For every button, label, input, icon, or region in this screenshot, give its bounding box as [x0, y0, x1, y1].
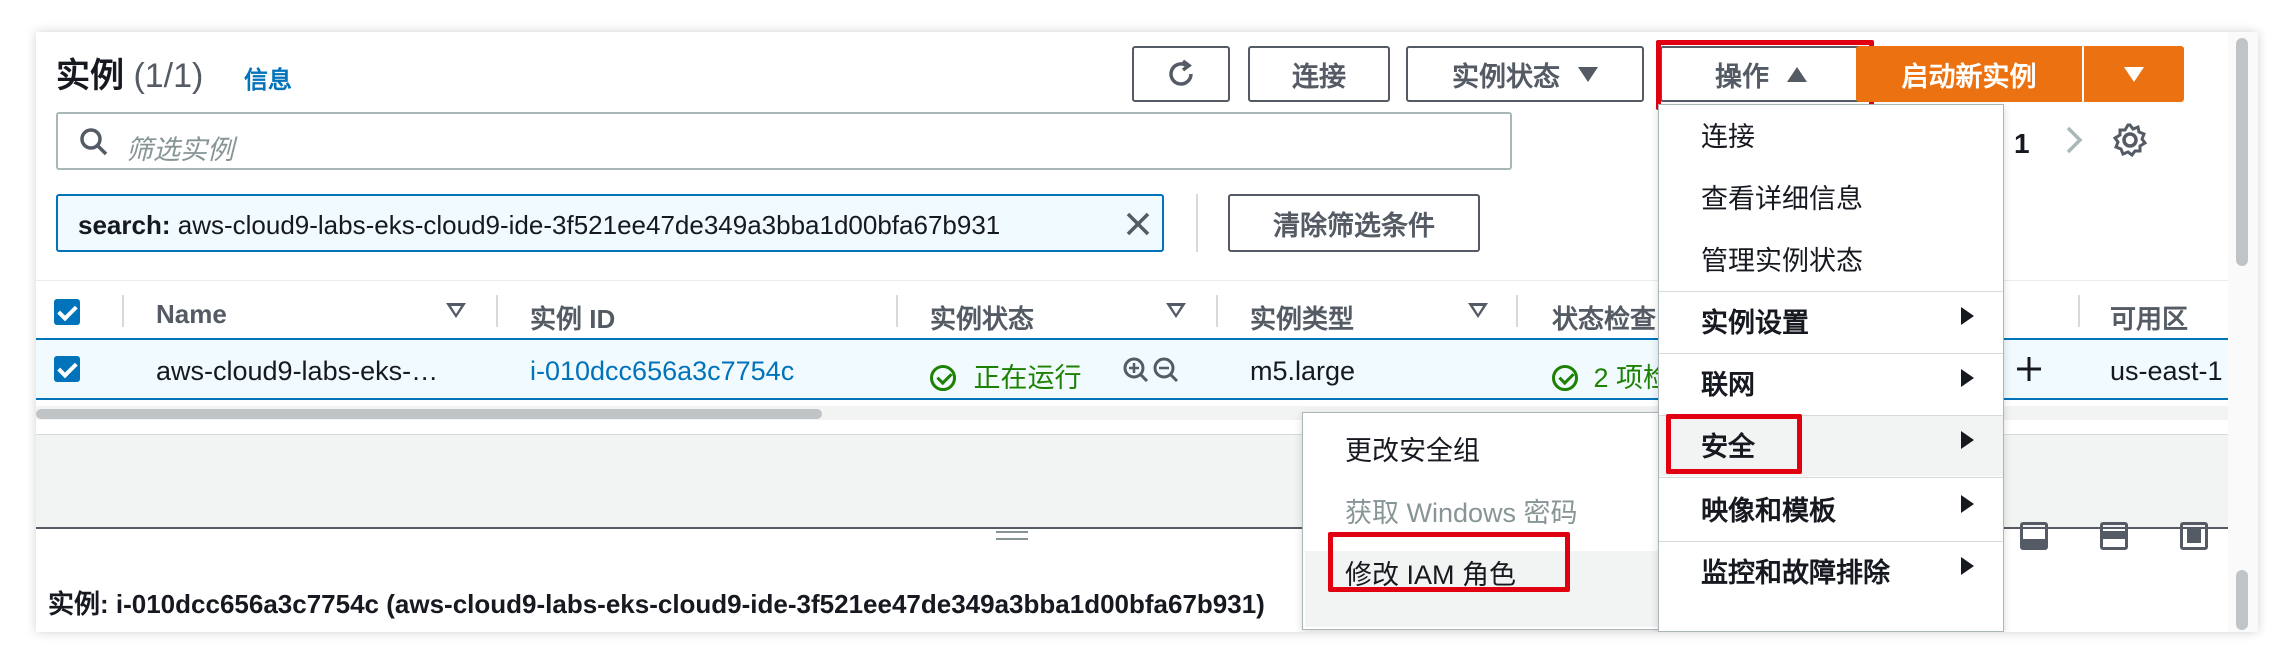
- success-icon: [1552, 365, 1578, 391]
- chevron-right-icon: [1961, 307, 1974, 325]
- launch-dropdown-button[interactable]: [2084, 46, 2184, 102]
- details-scrollbar-thumb[interactable]: [2236, 570, 2248, 630]
- menu-item-get-windows-password: 获取 Windows 密码: [1345, 498, 1578, 528]
- refresh-button[interactable]: [1132, 46, 1230, 102]
- chevron-right-icon: [1961, 431, 1974, 449]
- ec2-instances-panel: 实例 (1/1) 信息 连接 实例状态 操作 启动新实例 筛选实例 1 sear…: [36, 32, 2258, 632]
- token-value: aws-cloud9-labs-eks-cloud9-ide-3f521ee47…: [177, 210, 1001, 240]
- caret-down-icon: [2124, 66, 2144, 82]
- close-icon[interactable]: [1124, 210, 1152, 238]
- launch-instance-button[interactable]: 启动新实例: [1856, 46, 2082, 102]
- panel-bottom-icon[interactable]: [2020, 522, 2048, 550]
- cell-name: aws-cloud9-labs-eks-…: [156, 356, 439, 386]
- horizontal-scrollbar-thumb[interactable]: [36, 409, 822, 419]
- menu-item-networking[interactable]: 联网: [1701, 363, 1755, 402]
- instance-count: (1/1): [133, 57, 204, 95]
- menu-item-view-details[interactable]: 查看详细信息: [1701, 177, 1863, 216]
- instance-state-button[interactable]: 实例状态: [1406, 46, 1644, 102]
- panel-split-icon[interactable]: [2100, 522, 2128, 550]
- page-title: 实例 (1/1): [56, 57, 204, 95]
- divider: [1196, 194, 1198, 252]
- column-header-az[interactable]: 可用区: [2110, 299, 2188, 336]
- drag-handle-icon[interactable]: [992, 526, 1032, 546]
- column-header-status-check[interactable]: 状态检查: [1552, 299, 1656, 336]
- actions-highlight: [1656, 40, 1874, 110]
- plus-icon[interactable]: [2014, 354, 2044, 384]
- security-submenu: 更改安全组 获取 Windows 密码 修改 IAM 角色: [1302, 412, 1698, 630]
- info-link[interactable]: 信息: [244, 60, 292, 95]
- modify-iam-role-highlight: [1328, 532, 1570, 592]
- token-key: search:: [78, 210, 171, 240]
- chevron-right-icon: [1961, 557, 1974, 575]
- cell-instance-state: 正在运行: [930, 356, 1082, 395]
- chevron-right-icon[interactable]: [2060, 122, 2088, 158]
- menu-item-connect[interactable]: 连接: [1701, 115, 1755, 154]
- actions-menu: 连接 查看详细信息 管理实例状态 实例设置 联网 安全 映像和模板 监控和故障排…: [1658, 104, 2004, 632]
- caret-down-icon: [1578, 66, 1598, 82]
- column-header-instance-type[interactable]: 实例类型: [1250, 299, 1354, 336]
- page-number[interactable]: 1: [2014, 128, 2030, 160]
- filter-input[interactable]: 筛选实例: [56, 112, 1512, 170]
- connect-button[interactable]: 连接: [1248, 46, 1390, 102]
- panel-full-icon[interactable]: [2180, 522, 2208, 550]
- menu-item-instance-settings[interactable]: 实例设置: [1701, 301, 1809, 340]
- search-icon: [80, 128, 108, 156]
- menu-item-images-templates[interactable]: 映像和模板: [1701, 489, 1836, 528]
- zoom-in-icon: [1123, 357, 1149, 383]
- row-checkbox[interactable]: [54, 356, 80, 382]
- column-header-instance-id[interactable]: 实例 ID: [530, 299, 615, 336]
- filter-token: search: aws-cloud9-labs-eks-cloud9-ide-3…: [56, 194, 1164, 252]
- column-header-instance-state[interactable]: 实例状态: [930, 299, 1034, 336]
- success-icon: [930, 365, 956, 391]
- vertical-scrollbar-thumb[interactable]: [2236, 38, 2248, 266]
- clear-filters-button[interactable]: 清除筛选条件: [1228, 194, 1480, 252]
- chevron-right-icon: [1961, 369, 1974, 387]
- details-heading: 实例: i-010dcc656a3c7754c (aws-cloud9-labs…: [48, 589, 1265, 619]
- menu-item-change-security-groups[interactable]: 更改安全组: [1345, 429, 1480, 468]
- select-all-checkbox[interactable]: [54, 299, 80, 325]
- cell-instance-id[interactable]: i-010dcc656a3c7754c: [530, 356, 794, 387]
- zoom-out-icon: [1153, 357, 1179, 383]
- zoom-icons[interactable]: [1122, 356, 1186, 386]
- menu-item-monitor-troubleshoot[interactable]: 监控和故障排除: [1701, 551, 1890, 590]
- column-header-name[interactable]: Name: [156, 299, 227, 330]
- settings-icon[interactable]: [2112, 122, 2148, 158]
- sort-icon[interactable]: [1166, 303, 1186, 318]
- sort-icon[interactable]: [446, 303, 466, 318]
- chevron-right-icon: [1961, 495, 1974, 513]
- cell-instance-type: m5.large: [1250, 356, 1356, 386]
- refresh-icon: [1169, 59, 1193, 86]
- filter-placeholder: 筛选实例: [126, 135, 234, 165]
- menu-item-manage-state[interactable]: 管理实例状态: [1701, 239, 1863, 278]
- cell-az: us-east-1: [2110, 356, 2223, 386]
- security-highlight: [1666, 414, 1802, 474]
- sort-icon[interactable]: [1468, 303, 1488, 318]
